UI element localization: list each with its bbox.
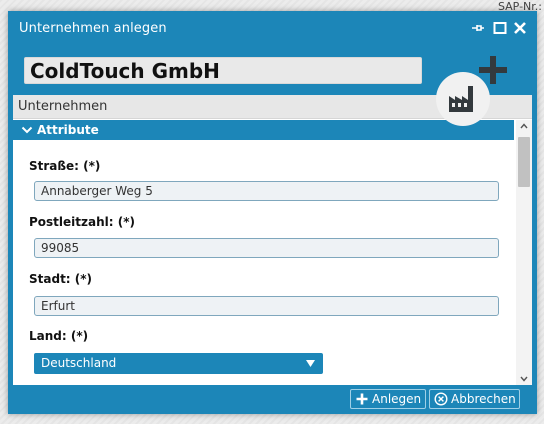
maximize-icon[interactable] [493,20,507,36]
postal-code-field[interactable]: 99085 [34,238,499,258]
section-title: Attribute [37,123,99,137]
chevron-down-icon [306,360,315,367]
street-label: Straße: (*) [29,159,101,173]
scrollbar-thumb[interactable] [518,137,530,187]
city-field[interactable]: Erfurt [34,296,499,316]
circle-x-icon [434,392,448,406]
dialog-footer: Anlegen Abbrechen [8,385,537,414]
pin-icon[interactable] [471,20,485,36]
vertical-scrollbar[interactable] [516,120,532,385]
dialog-content: Unternehmen Attribute Straße: (*) Annabe… [13,95,532,385]
plus-icon [356,393,368,405]
close-icon[interactable] [513,20,527,36]
dialog-titlebar[interactable]: Unternehmen anlegen [8,11,537,45]
create-button[interactable]: Anlegen [350,389,426,409]
country-label: Land: (*) [29,329,89,343]
street-field[interactable]: Annaberger Weg 5 [34,181,499,201]
create-button-label: Anlegen [372,392,422,406]
create-company-dialog: Unternehmen anlegen ColdTouch GmbH Unter… [8,11,537,414]
dialog-header: ColdTouch GmbH [14,45,531,126]
cancel-button[interactable]: Abbrechen [429,389,520,409]
company-name-display: ColdTouch GmbH [24,57,422,84]
form-scroll-area[interactable]: Attribute Straße: (*) Annaberger Weg 5 P… [13,120,532,385]
plus-icon [479,56,507,84]
scroll-down-icon[interactable] [520,376,528,382]
city-label: Stadt: (*) [29,272,93,286]
country-select-value: Deutschland [41,356,117,370]
cancel-button-label: Abbrechen [451,392,516,406]
postal-code-label: Postleitzahl: (*) [29,215,135,229]
chevron-down-icon [21,126,33,134]
country-select[interactable]: Deutschland [34,353,323,374]
scroll-up-icon[interactable] [520,123,528,129]
dialog-title: Unternehmen anlegen [19,21,167,36]
